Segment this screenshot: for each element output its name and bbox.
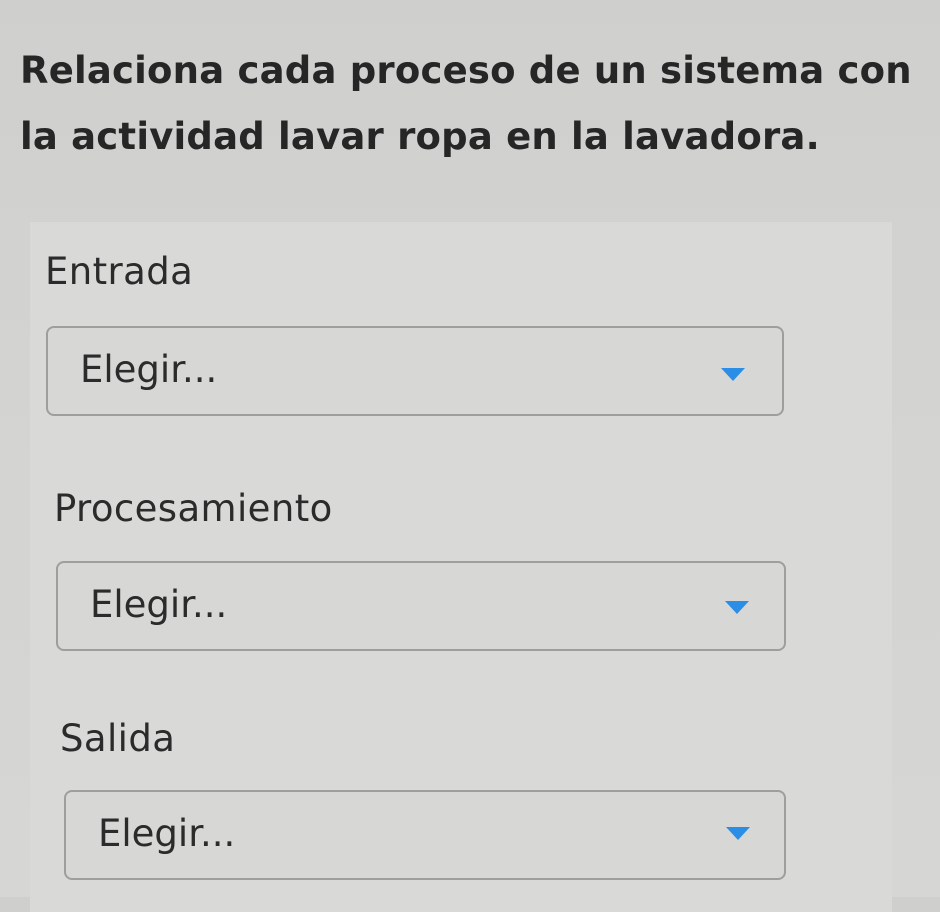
chevron-down-icon <box>726 827 750 840</box>
chevron-down-icon <box>725 601 749 614</box>
select-procesamiento[interactable]: Elegir... <box>56 561 786 651</box>
select-entrada[interactable]: Elegir... <box>46 326 784 416</box>
field-label-salida: Salida <box>60 717 176 760</box>
chevron-down-icon <box>721 368 745 381</box>
select-value-entrada: Elegir... <box>80 348 218 391</box>
select-value-salida: Elegir... <box>98 812 236 855</box>
select-value-procesamiento: Elegir... <box>90 583 228 626</box>
question-text: Relaciona cada proceso de un sistema con… <box>20 49 912 158</box>
field-label-procesamiento: Procesamiento <box>54 487 333 530</box>
select-salida[interactable]: Elegir... <box>64 790 786 880</box>
field-label-entrada: Entrada <box>45 250 194 293</box>
